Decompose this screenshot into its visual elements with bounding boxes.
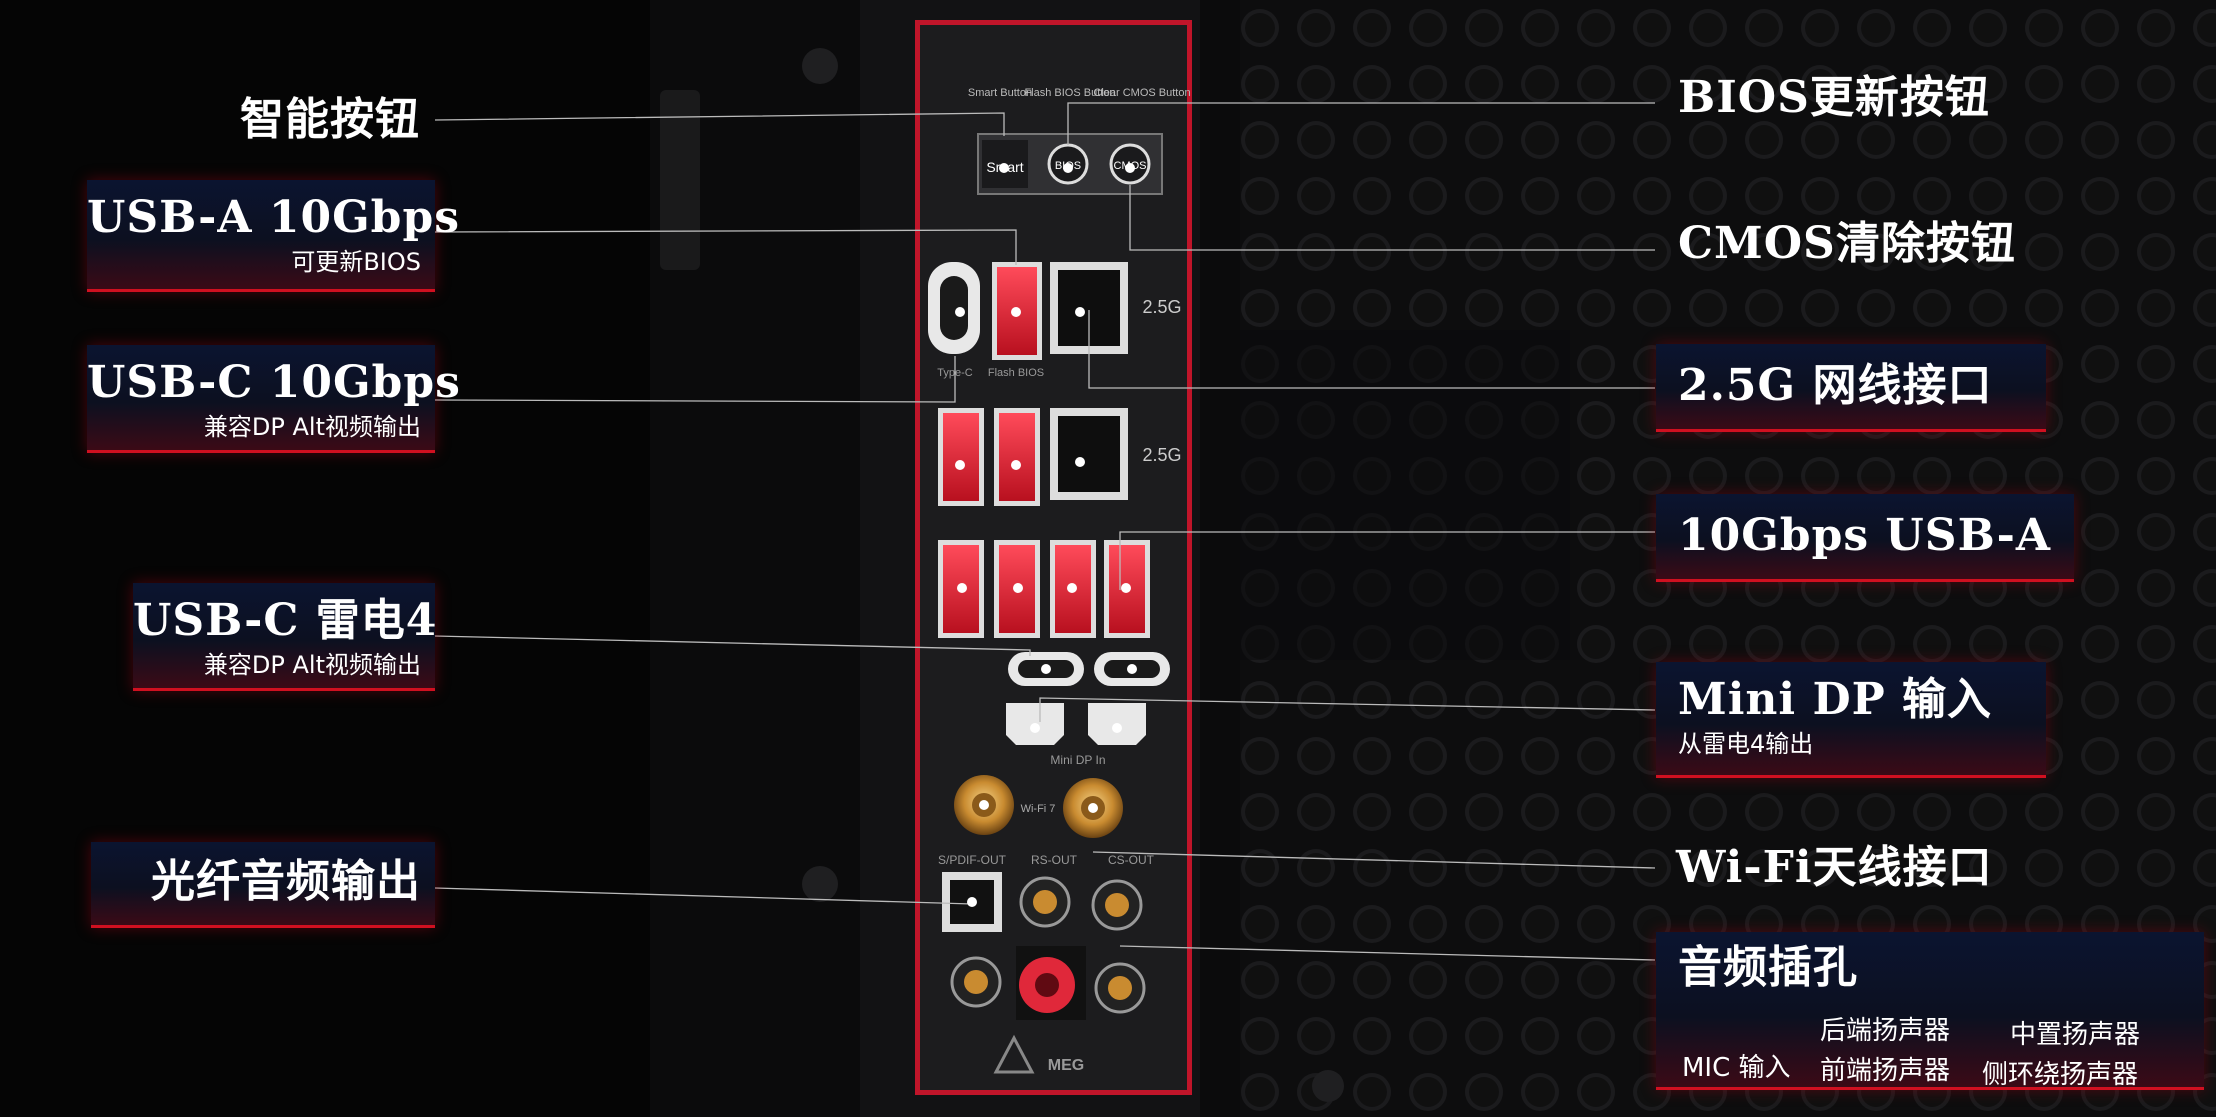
label-title: 智能按钮 [240, 94, 420, 145]
label-usb-c-thunderbolt4: USB-C 雷电4 兼容DP Alt视频输出 [133, 583, 438, 691]
label-usb-a: 10Gbps USB-A [1656, 494, 2074, 582]
label-title: Mini DP 输入 [1678, 674, 1993, 725]
label-wifi: Wi-Fi天线接口 [1676, 846, 2036, 890]
button-caption-smart: Smart Button [968, 87, 1032, 99]
label-title: BIOS更新按钮 [1678, 72, 1990, 123]
label-title: 2.5G 网线接口 [1678, 360, 1993, 411]
label-cmos-clear: CMOS清除按钮 [1678, 222, 2038, 266]
label-lan: 2.5G 网线接口 [1656, 344, 2046, 432]
lan-speed-2: 2.5G [1142, 445, 1181, 465]
label-audio-jacks: 音频插孔 后端扬声器 中置扬声器 MIC 输入 前端扬声器 侧环绕扬声器 [1656, 932, 2204, 1090]
wifi-caption: Wi-Fi 7 [1021, 803, 1056, 815]
button-caption-cmos: Clear CMOS Button [1093, 87, 1190, 99]
label-title: CMOS清除按钮 [1678, 218, 2016, 269]
audio-item-rear: 后端扬声器 [1820, 1016, 1951, 1046]
flash-bios-caption: Flash BIOS [988, 367, 1044, 379]
audio-item-side: 侧环绕扬声器 [1982, 1060, 2139, 1090]
label-usb-c: USB-C 10Gbps 兼容DP Alt视频输出 [87, 345, 461, 453]
minidp-caption: Mini DP In [1050, 753, 1105, 767]
label-usb-a-bios: USB-A 10Gbps 可更新BIOS [87, 180, 460, 292]
label-mini-dp: Mini DP 输入 从雷电4输出 [1656, 662, 2046, 778]
label-subtitle: 可更新BIOS [291, 248, 421, 276]
audio-caption-rs: RS-OUT [1031, 853, 1078, 867]
label-optical-audio: 光纤音频输出 [91, 842, 435, 928]
lan-speed-1: 2.5G [1142, 297, 1181, 317]
audio-caption-spdif: S/PDIF-OUT [938, 853, 1007, 867]
label-title: 10Gbps USB-A [1678, 510, 2051, 561]
logo-text: MEG [1048, 1057, 1084, 1074]
label-title: 光纤音频输出 [151, 856, 421, 907]
label-title: USB-A 10Gbps [87, 192, 460, 243]
label-title: 音频插孔 [1678, 942, 1858, 993]
label-bios-update: BIOS更新按钮 [1678, 76, 2008, 120]
label-subtitle: 从雷电4输出 [1678, 730, 1814, 758]
label-subtitle: 兼容DP Alt视频输出 [203, 413, 421, 441]
label-subtitle: 兼容DP Alt视频输出 [203, 651, 421, 679]
label-smart-button: 智能按钮 [190, 98, 420, 142]
label-title: USB-C 10Gbps [87, 357, 461, 408]
audio-item-center: 中置扬声器 [2010, 1020, 2141, 1050]
audio-item-mic: MIC 输入 [1682, 1053, 1791, 1083]
audio-item-front: 前端扬声器 [1820, 1056, 1951, 1086]
audio-caption-cs: CS-OUT [1108, 853, 1155, 867]
label-title: USB-C 雷电4 [133, 595, 438, 646]
io-panel-diagram: Smart Button Flash BIOS Button Clear CMO… [0, 0, 2216, 1117]
label-title: Wi-Fi天线接口 [1676, 842, 1993, 893]
